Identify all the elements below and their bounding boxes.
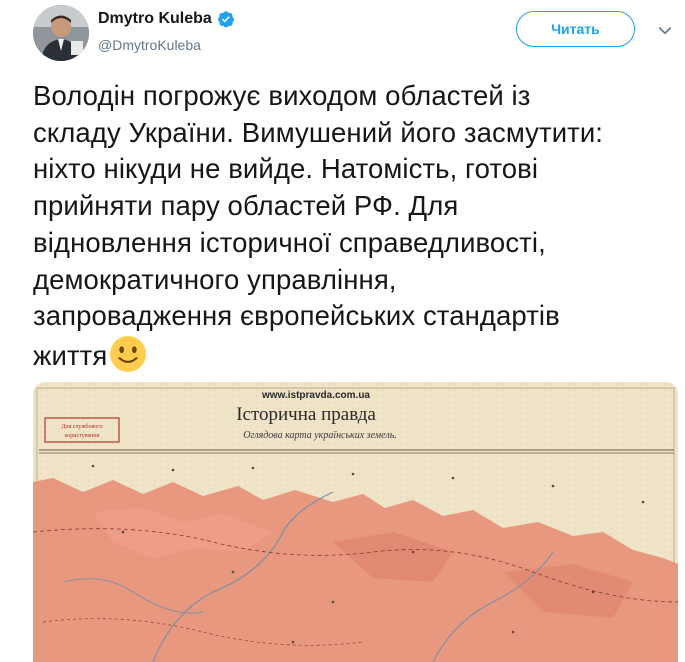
map-subtitle: Оглядова карта українських земель.: [243, 430, 397, 441]
tweet-text-line-last: життя: [33, 335, 673, 375]
map-url: www.istpravda.com.ua: [261, 390, 370, 401]
slightly-smiling-face-icon: [110, 335, 147, 372]
tweet-text-line: демократичного управління,: [33, 263, 397, 295]
tweet-text-line: прийняти пару областей РФ. Для: [33, 190, 459, 222]
svg-text:Для службового: Для службового: [61, 423, 102, 430]
tweet-author: Dmytro Kuleba @DmytroKuleba: [98, 9, 235, 53]
map-title: Історична правда: [236, 404, 376, 425]
tweet-text-line: ніхто нікуди не вийде. Натомість, готові: [33, 153, 539, 185]
display-name[interactable]: Dmytro Kuleba: [98, 9, 212, 29]
tweet-text-line: складу України. Вимушений його засмутити…: [33, 116, 604, 148]
historical-map-image: www.istpravda.com.ua Історична правда Ог…: [33, 382, 678, 662]
profile-photo: [33, 5, 89, 61]
tweet-text-line: запровадження європейських стандартів: [33, 300, 560, 332]
tweet-text-last-words: життя: [33, 339, 108, 371]
tweet-text-line: відновлення історичної справедливості,: [33, 226, 546, 258]
verified-badge-icon: [217, 11, 234, 28]
tweet-media-image[interactable]: www.istpravda.com.ua Історична правда Ог…: [33, 382, 678, 662]
tweet-text: Володін погрожує виходом областей із скл…: [33, 78, 673, 375]
svg-text:користування: користування: [65, 433, 100, 439]
avatar[interactable]: [33, 5, 89, 61]
tweet-header: Dmytro Kuleba @DmytroKuleba Читать: [0, 0, 685, 78]
user-handle[interactable]: @DmytroKuleba: [98, 37, 235, 53]
chevron-down-icon[interactable]: [656, 22, 674, 40]
name-row: Dmytro Kuleba: [98, 9, 235, 29]
follow-button[interactable]: Читать: [516, 11, 635, 47]
tweet-text-line: Володін погрожує виходом областей із: [33, 80, 531, 111]
